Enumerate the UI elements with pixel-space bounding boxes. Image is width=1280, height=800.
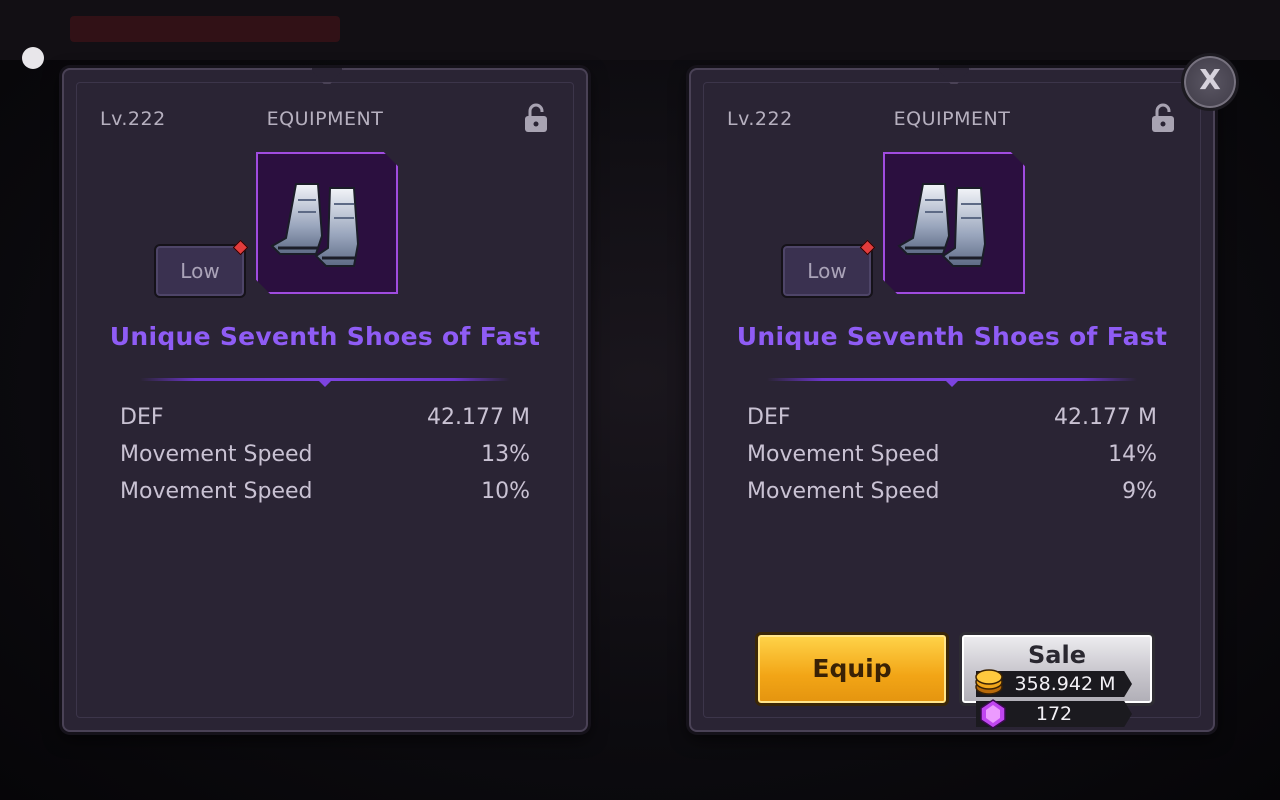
new-item-panel: Lv.222 EQUIPMENT Low Unique Seventh Shoe… <box>689 68 1215 732</box>
gem-amount: 172 <box>1035 703 1073 725</box>
stats-list: DEF 42.177 M Movement Speed 13% Movement… <box>120 405 530 516</box>
new-indicator-dot <box>859 239 876 256</box>
armored-boots-icon <box>270 183 360 267</box>
grade-badge: Low <box>781 239 876 298</box>
stat-label: Movement Speed <box>747 442 940 467</box>
stat-value: 42.177 M <box>427 405 530 430</box>
item-category: EQUIPMENT <box>266 108 384 130</box>
stat-label: Movement Speed <box>747 479 940 504</box>
stat-row: Movement Speed 10% <box>120 479 530 516</box>
panel-top-notch <box>310 68 344 84</box>
stat-label: Movement Speed <box>120 442 313 467</box>
stat-row: Movement Speed 13% <box>120 442 530 479</box>
touch-indicator-dot <box>22 47 44 69</box>
unlocked-padlock-icon[interactable] <box>1149 102 1177 134</box>
panel-top-notch <box>937 68 971 84</box>
stat-value: 10% <box>481 479 530 504</box>
stat-label: Movement Speed <box>120 479 313 504</box>
sale-button[interactable]: Sale 358.942 M 172 <box>959 632 1155 729</box>
purple-gem-icon <box>980 699 1006 729</box>
item-name: Unique Seventh Shoes of Fast <box>736 322 1168 351</box>
stat-value: 42.177 M <box>1054 405 1157 430</box>
unlocked-padlock-icon[interactable] <box>522 102 550 134</box>
stat-value: 14% <box>1108 442 1157 467</box>
gold-amount: 358.942 M <box>1014 673 1116 695</box>
equip-button[interactable]: Equip <box>755 632 949 706</box>
gold-coin-icon <box>975 669 1003 695</box>
stat-row: Movement Speed 14% <box>747 442 1157 479</box>
stat-value: 9% <box>1122 479 1157 504</box>
grade-label: Low <box>180 259 220 283</box>
grade-label: Low <box>807 259 847 283</box>
stat-row: Movement Speed 9% <box>747 479 1157 516</box>
name-divider <box>767 378 1137 387</box>
armored-boots-icon <box>897 183 987 267</box>
new-indicator-dot <box>232 239 249 256</box>
item-name: Unique Seventh Shoes of Fast <box>109 322 541 351</box>
stat-label: DEF <box>120 405 164 430</box>
item-icon-frame[interactable] <box>883 152 1025 294</box>
close-button[interactable]: X <box>1181 53 1239 111</box>
stats-list: DEF 42.177 M Movement Speed 14% Movement… <box>747 405 1157 516</box>
name-divider <box>140 378 510 387</box>
grade-badge: Low <box>154 239 249 298</box>
item-category: EQUIPMENT <box>893 108 1011 130</box>
stat-row: DEF 42.177 M <box>747 405 1157 442</box>
background-title-banner <box>70 16 340 42</box>
sale-label: Sale <box>1028 641 1086 669</box>
stat-value: 13% <box>481 442 530 467</box>
stat-label: DEF <box>747 405 791 430</box>
stat-row: DEF 42.177 M <box>120 405 530 442</box>
equipped-item-panel: Lv.222 EQUIPMENT Low Unique Seventh Shoe… <box>62 68 588 732</box>
item-icon-frame[interactable] <box>256 152 398 294</box>
